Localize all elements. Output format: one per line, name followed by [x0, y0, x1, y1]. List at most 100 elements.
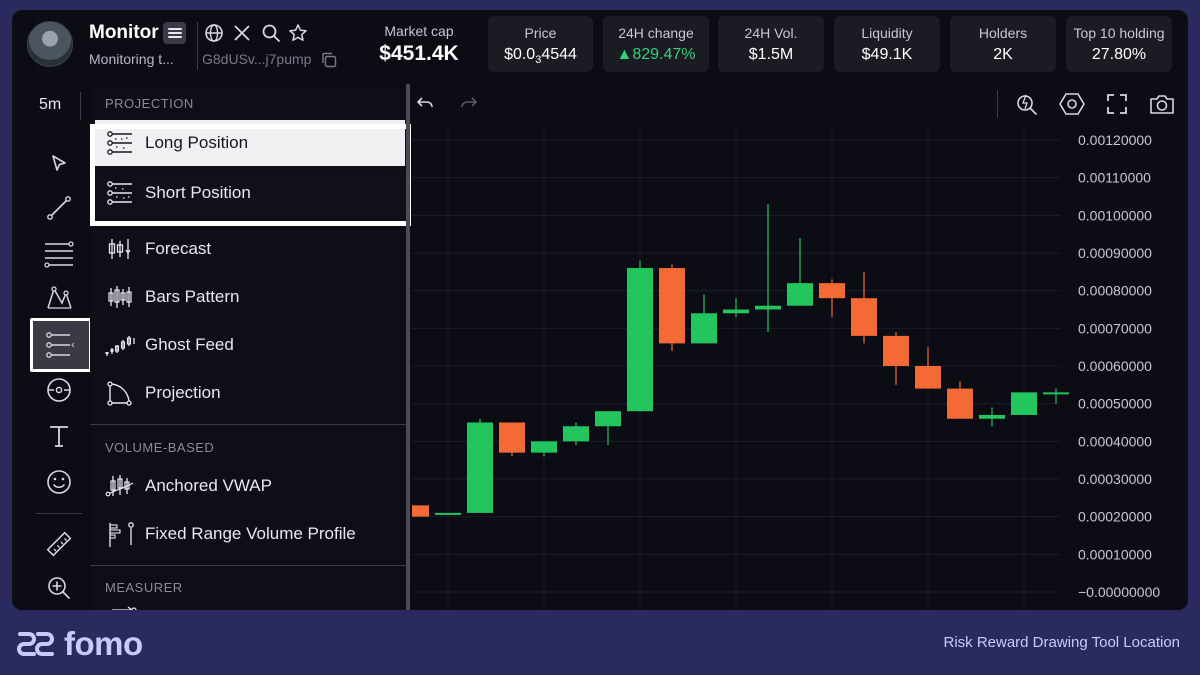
search-icon[interactable]: [259, 22, 283, 44]
y-tick-label: 0.00040000: [1078, 433, 1152, 449]
volume-profile-icon: [101, 519, 139, 549]
stat-holders: Holders 2K: [950, 16, 1056, 72]
trendline-icon[interactable]: [39, 188, 79, 228]
candle-body: [499, 422, 525, 453]
token-name: Monitor: [89, 22, 159, 43]
fib-lines-icon[interactable]: [39, 234, 79, 274]
stat-price: Price $0.034544: [488, 16, 593, 72]
fullscreen-icon[interactable]: [1103, 90, 1131, 118]
stat-value: $451.4K: [379, 42, 459, 65]
menu-divider: [90, 424, 406, 425]
ghost-feed-icon: [101, 330, 139, 360]
menu-item-label: Forecast: [145, 239, 212, 258]
stat-label: Price: [524, 25, 557, 41]
candle-body: [883, 335, 909, 366]
menu-item-fixed-range-volume-profile[interactable]: Fixed Range Volume Profile: [95, 511, 405, 557]
candle-body: [563, 426, 589, 442]
menu-item-label: Bars Pattern: [145, 287, 240, 306]
candle-body: [412, 505, 429, 517]
stat-label: 24H Vol.: [744, 25, 798, 41]
chart-topbar: [412, 86, 1188, 130]
copy-icon[interactable]: [318, 50, 340, 70]
stat-label: Holders: [978, 25, 1028, 41]
quick-search-icon[interactable]: [1013, 90, 1041, 118]
candle-body: [755, 305, 781, 310]
section-title-projection: PROJECTION: [105, 96, 194, 111]
y-tick-label: 0.00100000: [1078, 207, 1152, 223]
menu-divider: [90, 565, 406, 566]
menu-item-label: Projection: [145, 383, 221, 402]
stat-label: 24H change: [618, 25, 694, 41]
redo-icon[interactable]: [458, 92, 480, 114]
y-tick-label: 0.00070000: [1078, 320, 1152, 336]
token-subtitle: Monitoring t...: [89, 51, 174, 67]
header-divider: [197, 22, 198, 70]
candle-body: [531, 441, 557, 453]
undo-icon[interactable]: [414, 92, 436, 114]
stat-value: 2K: [993, 46, 1013, 63]
drawing-tools-menu: PROJECTION Long Position Short Position …: [90, 88, 411, 610]
candle-body: [723, 309, 749, 314]
stat-24h-change: 24H change ▲829.47%: [603, 16, 709, 72]
anchored-vwap-icon: [101, 471, 139, 501]
circle-target-icon[interactable]: [39, 370, 79, 410]
token-address: G8dUSv...j7pump: [202, 51, 312, 67]
highlight-frame: [90, 124, 411, 226]
stat-value: ▲829.47%: [616, 46, 696, 63]
candle-body: [915, 366, 941, 389]
zoom-in-icon[interactable]: [39, 568, 79, 608]
pattern-icon[interactable]: [39, 278, 79, 318]
menu-item-bars-pattern[interactable]: Bars Pattern: [95, 274, 405, 320]
y-tick-label: 0.00120000: [1078, 132, 1152, 148]
candle-body: [659, 268, 685, 344]
menu-item-projection[interactable]: Projection: [95, 370, 405, 416]
website-globe-icon[interactable]: [202, 22, 226, 44]
bars-pattern-icon: [101, 282, 139, 312]
hamburger-icon[interactable]: [163, 22, 186, 44]
settings-hex-icon[interactable]: [1058, 90, 1086, 118]
stat-top10-holding: Top 10 holding 27.80%: [1066, 16, 1172, 72]
candle-body: [595, 411, 621, 427]
y-tick-label: 0.00050000: [1078, 396, 1152, 412]
brand-name: fomo: [64, 625, 143, 662]
candlestick-chart[interactable]: 0.00120000 0.00110000 0.00100000 0.00090000…: [412, 130, 1188, 610]
y-tick-label: 0.00110000: [1078, 170, 1151, 186]
stat-market-cap: Market cap $451.4K: [364, 16, 474, 66]
y-tick-label: 0.00080000: [1078, 283, 1152, 299]
candle-body: [979, 414, 1005, 419]
text-icon[interactable]: [39, 416, 79, 456]
camera-icon[interactable]: [1148, 90, 1176, 118]
stat-value: $49.1K: [861, 46, 913, 63]
x-twitter-icon[interactable]: [230, 22, 254, 44]
fomo-logo-icon: [17, 632, 54, 656]
menu-item-forecast[interactable]: Forecast: [95, 226, 405, 272]
token-avatar[interactable]: [27, 21, 73, 67]
star-icon[interactable]: [286, 21, 310, 45]
y-tick-label: 0.00060000: [1078, 358, 1152, 374]
cursor-icon[interactable]: [39, 144, 79, 184]
emoji-icon[interactable]: [39, 462, 79, 502]
stat-24h-volume: 24H Vol. $1.5M: [718, 16, 824, 72]
y-tick-label: −0.00000000: [1078, 584, 1160, 600]
stat-value: 27.80%: [1091, 46, 1147, 63]
y-tick-label: 0.00010000: [1078, 546, 1152, 562]
candle-body: [435, 512, 461, 515]
timeframe-selector[interactable]: 5m: [39, 96, 61, 114]
stat-label: Top 10 holding: [1073, 25, 1165, 41]
token-header: Monitor Monitoring t... G8dUSv...j7pump …: [12, 10, 1188, 84]
measurer-tool-icon: [108, 602, 138, 610]
menu-scrollbar[interactable]: [406, 84, 410, 610]
toolbar-divider: [36, 513, 82, 514]
candle-body: [467, 422, 493, 513]
footer-caption: Risk Reward Drawing Tool Location: [943, 634, 1181, 651]
position-icon[interactable]: [30, 318, 92, 372]
menu-item-anchored-vwap[interactable]: Anchored VWAP: [95, 463, 405, 509]
menu-item-ghost-feed[interactable]: Ghost Feed: [95, 322, 405, 368]
menu-item-label: Ghost Feed: [145, 335, 234, 354]
menu-item-label: Fixed Range Volume Profile: [145, 524, 356, 543]
ruler-icon[interactable]: [39, 524, 79, 564]
section-title-measurer: MEASURER: [105, 580, 183, 595]
candle-body: [691, 313, 717, 344]
candle-body: [627, 268, 653, 412]
stat-value: $1.5M: [748, 46, 794, 63]
